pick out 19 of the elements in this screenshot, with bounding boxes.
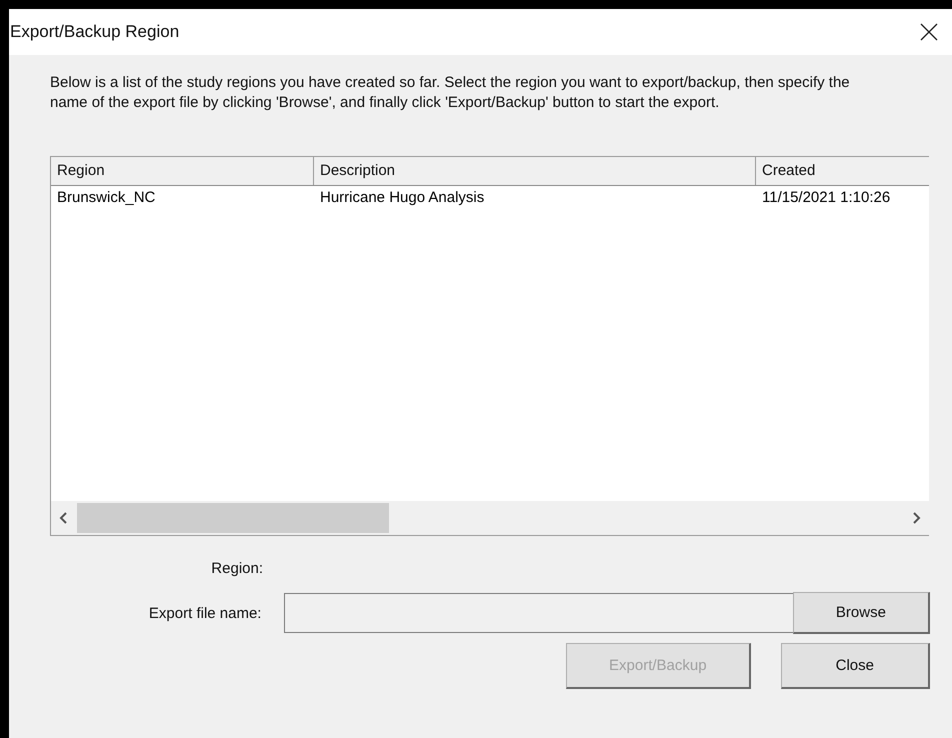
column-header[interactable]: Region xyxy=(51,157,314,185)
table-cell-text: 11/15/2021 1:10:26 xyxy=(761,188,892,206)
scrollbar-thumb[interactable] xyxy=(77,503,389,533)
export-file-field[interactable] xyxy=(284,593,793,633)
export-file-label: Export file name: xyxy=(148,604,262,622)
scroll-left-icon[interactable] xyxy=(59,511,69,525)
column-header[interactable]: Description xyxy=(314,157,756,185)
scroll-right-icon[interactable] xyxy=(911,511,921,525)
window-title: Export/Backup Region xyxy=(9,22,180,42)
table-cell-text: Hurricane Hugo Analysis xyxy=(319,188,486,206)
table-row[interactable]: Brunswick_NC Hurricane Hugo Analysis 11/15/2021 1:10:26 xyxy=(51,186,929,208)
region-label: Region: xyxy=(210,560,263,576)
horizontal-scrollbar[interactable] xyxy=(51,501,929,535)
browse-button[interactable]: Browse xyxy=(792,592,930,634)
instructions-text: Below is a list of the study regions you have created so far. Select the region you want to export/backup, then specify the name of the export file by clicking 'Browse', and finally click 'Export/Backup' button to start the export. xyxy=(50,73,850,113)
close-icon[interactable] xyxy=(920,23,938,41)
close-button[interactable]: Close xyxy=(780,643,930,689)
table-cell-text: Brunswick_NC xyxy=(56,188,156,206)
column-header[interactable]: Created xyxy=(756,157,929,185)
